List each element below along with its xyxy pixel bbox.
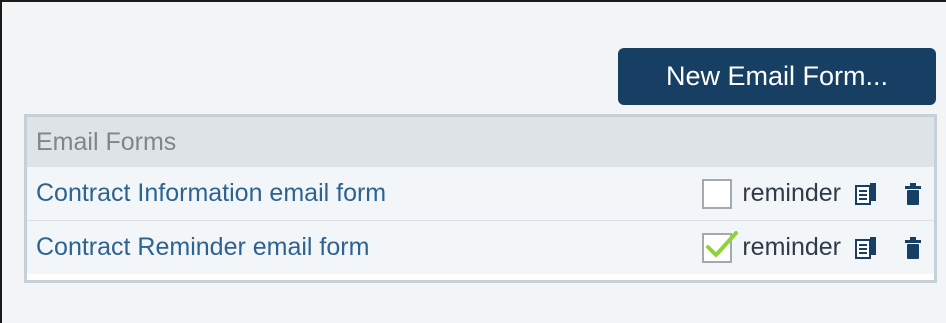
reminder-checkbox[interactable] [702,230,739,263]
reminder-label: reminder [742,233,841,261]
table-row: Contract Reminder email form reminder [27,220,934,274]
row-controls: reminder [702,178,921,209]
new-email-form-button[interactable]: New Email Form... [618,48,936,105]
email-forms-panel: Email Forms Contract Information email f… [24,114,937,283]
trash-icon[interactable] [905,236,921,260]
panel-header: Email Forms [27,117,934,167]
copy-icon[interactable] [855,236,877,260]
app-frame: New Email Form... Email Forms Contract I… [0,0,946,323]
copy-icon[interactable] [855,182,877,206]
panel-title: Email Forms [36,127,177,156]
row-controls: reminder [702,230,921,263]
check-icon [706,230,739,257]
reminder-checkbox[interactable] [702,178,733,209]
email-form-link[interactable]: Contract Reminder email form [27,233,702,262]
table-row: Contract Information email form reminder [27,167,934,220]
reminder-label: reminder [742,179,841,207]
trash-icon[interactable] [905,182,921,206]
email-form-link[interactable]: Contract Information email form [27,179,702,208]
